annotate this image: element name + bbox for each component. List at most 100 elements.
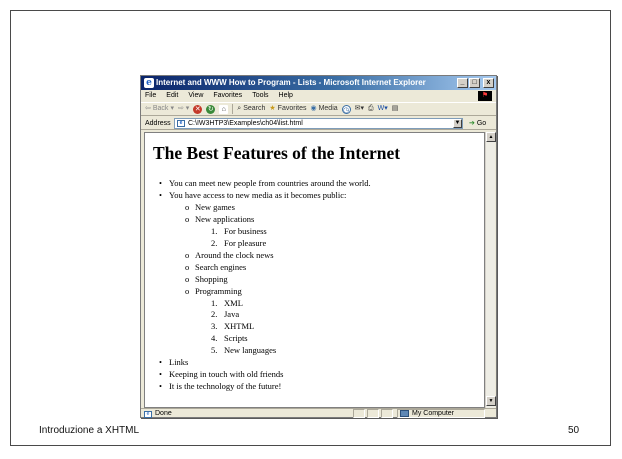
windows-logo-icon: ⚑ xyxy=(478,91,492,101)
discuss-button[interactable]: ▤ xyxy=(392,102,399,116)
list-marker: o xyxy=(185,273,190,284)
go-label: Go xyxy=(476,120,487,127)
back-arrow-icon: ⇦ xyxy=(145,105,151,112)
list-marker: • xyxy=(159,189,162,200)
address-bar: Address e C:\IW3HTP3\Examples\ch04\list.… xyxy=(141,117,496,130)
list-marker: o xyxy=(185,201,190,212)
zone-label: My Computer xyxy=(412,410,455,417)
list-item: Shopping xyxy=(195,273,228,284)
print-icon: ⎙ xyxy=(368,105,374,112)
go-button[interactable]: ➔ Go xyxy=(469,117,486,130)
back-button[interactable]: ⇦ Back ▾ xyxy=(145,102,174,116)
status-panes xyxy=(353,409,393,418)
list-item: XHTML xyxy=(224,321,255,332)
footer-title: Introduzione a XHTML xyxy=(39,425,140,436)
menu-view[interactable]: View xyxy=(188,90,203,102)
list-item: Java xyxy=(224,309,240,320)
page-number: 50 xyxy=(568,425,580,436)
list-item: New applications xyxy=(195,213,255,224)
refresh-icon[interactable]: ↻ xyxy=(206,104,216,114)
list-marker: 3. xyxy=(211,321,218,332)
status-text: Done xyxy=(155,410,172,417)
favorites-label: Favorites xyxy=(277,105,307,112)
toolbar-separator xyxy=(232,104,234,114)
scroll-down-icon[interactable]: ▼ xyxy=(486,396,496,406)
search-label: Search xyxy=(243,105,266,112)
computer-icon xyxy=(400,410,409,417)
status-pane xyxy=(367,409,379,418)
list-item: XML xyxy=(224,297,243,308)
favorites-button[interactable]: ★ Favorites xyxy=(269,102,306,116)
menu-favorites[interactable]: Favorites xyxy=(213,90,242,102)
print-button[interactable]: ⎙ xyxy=(368,102,374,116)
menu-edit[interactable]: Edit xyxy=(166,90,178,102)
toolbar: ⇦ Back ▾ ⇨ ▾ ✕ ↻ ⌂ ⌕ Search ★ Favorites … xyxy=(141,102,496,116)
menu-help[interactable]: Help xyxy=(279,90,293,102)
address-value: C:\IW3HTP3\Examples\ch04\list.html xyxy=(188,120,303,127)
ie-window: e Internet and WWW How to Program - List… xyxy=(140,75,497,418)
list-item: Programming xyxy=(195,285,242,296)
back-label: Back xyxy=(152,105,169,112)
menu-file[interactable]: File xyxy=(145,90,156,102)
stop-icon[interactable]: ✕ xyxy=(193,104,203,114)
chevron-down-icon[interactable]: ▼ xyxy=(453,119,462,128)
media-icon: ◉ xyxy=(310,105,317,112)
list-item: Keeping in touch with old friends xyxy=(169,369,284,380)
list-item: It is the technology of the future! xyxy=(169,381,282,392)
scroll-up-icon[interactable]: ▲ xyxy=(486,132,496,142)
list-marker: o xyxy=(185,261,190,272)
list-marker: • xyxy=(159,381,162,392)
list-marker: 4. xyxy=(211,333,218,344)
address-label: Address xyxy=(145,120,171,127)
media-button[interactable]: ◉ Media xyxy=(310,102,337,116)
status-pane xyxy=(381,409,393,418)
page-icon: e xyxy=(177,120,185,127)
list-marker: • xyxy=(159,357,162,368)
ie-icon: e xyxy=(144,78,154,88)
history-icon[interactable]: ◷ xyxy=(341,104,351,114)
list-item: Scripts xyxy=(224,333,248,344)
menu-tools[interactable]: Tools xyxy=(252,90,268,102)
list-marker: • xyxy=(159,369,162,380)
status-done: e Done xyxy=(144,409,172,419)
edit-button[interactable]: W▾ xyxy=(378,102,388,116)
forward-button[interactable]: ⇨ ▾ xyxy=(178,102,189,116)
menu-bar: File Edit View Favorites Tools Help ⚑ xyxy=(141,90,496,102)
list-marker: 1. xyxy=(211,297,218,308)
address-input[interactable]: e C:\IW3HTP3\Examples\ch04\list.html ▼ xyxy=(174,118,463,129)
list-marker: o xyxy=(185,213,190,224)
list-marker: 1. xyxy=(211,225,218,236)
window-controls: _ □ x xyxy=(457,78,494,88)
go-arrow-icon: ➔ xyxy=(469,120,475,127)
security-zone: My Computer xyxy=(397,409,485,418)
list-marker: o xyxy=(185,249,190,260)
window-title: Internet and WWW How to Program - Lists … xyxy=(156,78,426,87)
word-icon: W▾ xyxy=(377,105,388,112)
status-bar: e Done My Computer xyxy=(141,408,496,418)
list-item: New games xyxy=(195,201,235,212)
media-label: Media xyxy=(318,105,338,112)
list-marker: • xyxy=(159,178,162,188)
list-item: You can meet new people from countries a… xyxy=(169,178,371,188)
title-bar[interactable]: e Internet and WWW How to Program - List… xyxy=(141,76,496,90)
home-icon[interactable]: ⌂ xyxy=(219,104,229,114)
page-heading: The Best Features of the Internet xyxy=(153,143,401,163)
minimize-button[interactable]: _ xyxy=(457,78,468,88)
list-marker: o xyxy=(185,285,190,296)
forward-arrow-icon: ⇨ ▾ xyxy=(177,105,190,112)
close-button[interactable]: x xyxy=(483,78,494,88)
list-marker: 5. xyxy=(211,345,218,356)
list-item: Search engines xyxy=(195,261,247,272)
mail-button[interactable]: ✉▾ xyxy=(355,102,364,116)
search-button[interactable]: ⌕ Search xyxy=(237,102,265,116)
list-item: New languages xyxy=(224,345,277,356)
status-pane xyxy=(353,409,365,418)
vertical-scrollbar[interactable]: ▲ ▼ xyxy=(485,132,496,408)
mail-icon: ✉▾ xyxy=(354,105,365,112)
maximize-button[interactable]: □ xyxy=(469,78,480,88)
page-content: The Best Features of the Internet • You c… xyxy=(144,132,485,408)
list-item: You have access to new media as it becom… xyxy=(169,189,347,200)
list-marker: 2. xyxy=(211,237,218,248)
chevron-down-icon: ▾ xyxy=(170,105,174,112)
page-done-icon: e xyxy=(144,410,152,418)
